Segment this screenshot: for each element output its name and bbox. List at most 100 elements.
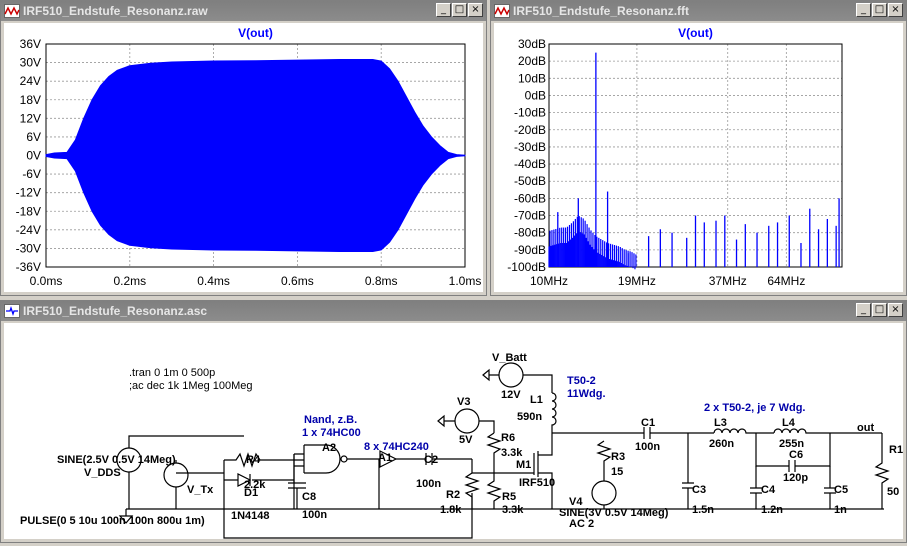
vbatt-value: 12V xyxy=(501,389,521,401)
fft-plot-title: V(out) xyxy=(678,26,713,40)
minimize-button[interactable]: _ xyxy=(436,3,451,17)
r2-label: R2 xyxy=(446,489,460,501)
raw-plot-title: V(out) xyxy=(238,26,273,40)
r4-label: R4 xyxy=(246,454,261,466)
waveform-app-icon xyxy=(494,4,510,18)
y-tick-label: -50dB xyxy=(514,174,546,188)
c5-value: 1n xyxy=(834,504,847,516)
l1-winding-comment[interactable]: 11Wdg. xyxy=(567,388,606,400)
a2-label: A2 xyxy=(322,442,336,454)
vtx-label: V_Tx xyxy=(187,484,214,496)
y-tick-label: -90dB xyxy=(514,243,546,257)
c1-value: 100n xyxy=(635,441,660,453)
x-tick-label: 0.8ms xyxy=(365,274,398,288)
schematic-canvas[interactable]: .tran 0 1m 0 500p ;ac dec 1k 1Meg 100Meg… xyxy=(4,323,905,541)
nand-comment[interactable]: Nand, z.B. xyxy=(304,414,357,426)
l3-label: L3 xyxy=(714,417,727,429)
close-button[interactable]: × xyxy=(888,303,903,317)
maximize-button[interactable]: □ xyxy=(872,303,887,317)
r3-value: 15 xyxy=(611,466,623,478)
r1-value: 50 xyxy=(887,486,899,498)
fft-spectrum-plot[interactable]: V(out) 30dB 20dB 10dB 0dB -10dB -20dB -30dB -40d… xyxy=(494,23,905,294)
l4-label: L4 xyxy=(782,417,796,429)
c2-value: 100n xyxy=(416,478,441,490)
l1-label: L1 xyxy=(530,394,543,406)
y-tick-label: -100dB xyxy=(507,260,546,274)
l3-value: 260n xyxy=(709,438,734,450)
fft-plot-pane[interactable]: V(out) 30dB 20dB 10dB 0dB -10dB -20dB -30dB -40d… xyxy=(494,23,903,292)
c2-label: C2 xyxy=(424,454,438,466)
r5-value: 3.3k xyxy=(502,504,524,516)
tran-directive[interactable]: .tran 0 1m 0 500p xyxy=(129,367,215,379)
v4-ac: AC 2 xyxy=(569,518,594,530)
l1-value: 590n xyxy=(517,411,542,423)
raw-plot-pane[interactable]: V(out) 36V 30V 24V 18V 12V 6V 0V -6V -12V -18V -24V… xyxy=(4,23,483,292)
ac-directive[interactable]: ;ac dec 1k 1Meg 100Meg xyxy=(129,380,253,392)
d1-label: D1 xyxy=(244,487,258,499)
y-tick-label: 10dB xyxy=(518,71,546,85)
y-tick-label: -36V xyxy=(16,260,41,274)
x-tick-label: 0.6ms xyxy=(281,274,314,288)
y-tick-label: 6V xyxy=(26,130,41,144)
r6-label: R6 xyxy=(501,432,515,444)
y-tick-label: -12V xyxy=(16,186,41,200)
schematic-pane[interactable]: .tran 0 1m 0 500p ;ac dec 1k 1Meg 100Meg… xyxy=(4,323,903,539)
m1-label: M1 xyxy=(516,459,531,471)
maximize-button[interactable]: □ xyxy=(452,3,467,17)
y-tick-label: -20dB xyxy=(514,123,546,137)
nand-part-comment[interactable]: 1 x 74HC00 xyxy=(302,427,361,439)
vout-envelope xyxy=(45,58,466,253)
y-tick-label: -60dB xyxy=(514,191,546,205)
c4-label: C4 xyxy=(761,484,776,496)
y-tick-label: 36V xyxy=(20,37,41,51)
out-net-label: out xyxy=(857,422,874,434)
y-tick-label: 20dB xyxy=(518,54,546,68)
y-tick-label: -80dB xyxy=(514,226,546,240)
l34-core-comment[interactable]: 2 x T50-2, je 7 Wdg. xyxy=(704,402,805,414)
vdds-spec: SINE(2.5V 0.5V 14Meg) xyxy=(57,454,176,466)
close-button[interactable]: × xyxy=(468,3,483,17)
y-tick-label: -10dB xyxy=(514,106,546,120)
y-tick-label: -6V xyxy=(22,167,41,181)
x-tick-label: 10MHz xyxy=(530,274,568,288)
fft-window-titlebar[interactable]: IRF510_Endstufe_Resonanz.fft _ □ × xyxy=(491,1,906,21)
y-tick-label: 30dB xyxy=(518,37,546,51)
close-button[interactable]: × xyxy=(888,3,903,17)
y-tick-label: -70dB xyxy=(514,209,546,223)
y-tick-label: -30dB xyxy=(514,140,546,154)
r3-label: R3 xyxy=(611,451,625,463)
buffer-part-comment[interactable]: 8 x 74HC240 xyxy=(364,441,429,453)
v3-value: 5V xyxy=(459,434,473,446)
vbatt-label: V_Batt xyxy=(492,352,527,364)
schematic-window: IRF510_Endstufe_Resonanz.asc _ □ × .tran… xyxy=(0,300,907,543)
fft-window-title: IRF510_Endstufe_Resonanz.fft xyxy=(513,4,690,18)
minimize-button[interactable]: _ xyxy=(856,3,871,17)
maximize-button[interactable]: □ xyxy=(872,3,887,17)
c8-label: C8 xyxy=(302,491,316,503)
raw-window-titlebar[interactable]: IRF510_Endstufe_Resonanz.raw _ □ × xyxy=(1,1,486,21)
pulse-spec: PULSE(0 5 10u 100n 100n 800u 1m) xyxy=(20,515,205,527)
x-tick-label: 19MHz xyxy=(618,274,656,288)
r5-label: R5 xyxy=(502,491,516,503)
d1-value: 1N4148 xyxy=(231,510,270,522)
l1-core-comment[interactable]: T50-2 xyxy=(567,375,596,387)
y-tick-label: -24V xyxy=(16,223,41,237)
m1-value: IRF510 xyxy=(519,477,555,489)
x-tick-label: 64MHz xyxy=(767,274,805,288)
schematic-window-titlebar[interactable]: IRF510_Endstufe_Resonanz.asc _ □ × xyxy=(1,301,906,321)
waveform-app-icon xyxy=(4,4,20,18)
v3-label: V3 xyxy=(457,396,470,408)
raw-waveform-plot[interactable]: V(out) 36V 30V 24V 18V 12V 6V 0V -6V -12V -18V -24V… xyxy=(4,23,485,294)
y-tick-label: 30V xyxy=(20,56,41,70)
y-tick-label: 0V xyxy=(26,149,41,163)
minimize-button[interactable]: _ xyxy=(856,303,871,317)
x-tick-label: 1.0ms xyxy=(449,274,482,288)
raw-window: IRF510_Endstufe_Resonanz.raw _ □ × V(out… xyxy=(0,0,487,296)
c8-value: 100n xyxy=(302,509,327,521)
x-tick-label: 0.4ms xyxy=(197,274,230,288)
y-tick-label: -18V xyxy=(16,204,41,218)
vdds-label: V_DDS xyxy=(84,467,121,479)
c1-label: C1 xyxy=(641,417,655,429)
r2-value: 1.8k xyxy=(440,504,462,516)
c6-label: C6 xyxy=(789,449,803,461)
